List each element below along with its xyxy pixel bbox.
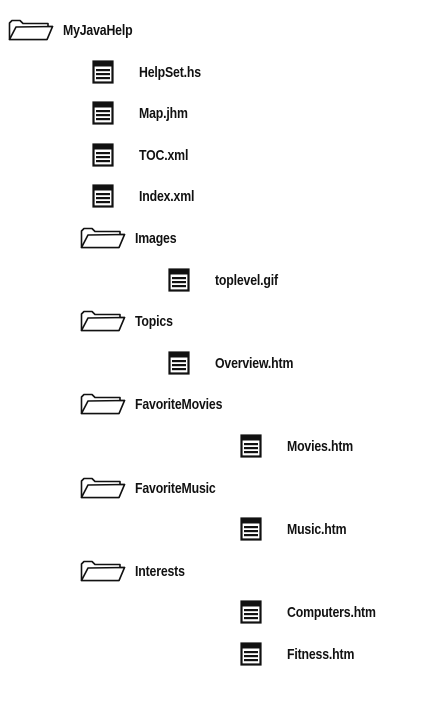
- document-icon: [92, 143, 114, 167]
- document-icon: [240, 642, 262, 666]
- document-icon: [240, 517, 262, 541]
- file-label: Index.xml: [139, 187, 195, 205]
- document-icon: [92, 60, 114, 84]
- file-node: Index.xml: [92, 176, 206, 216]
- folder-label: FavoriteMusic: [135, 479, 216, 497]
- document-icon: [240, 600, 262, 624]
- folder-node: Topics: [80, 301, 181, 341]
- file-node: toplevel.gif: [168, 260, 292, 300]
- folder-node: FavoriteMusic: [80, 468, 233, 508]
- folder-node: Interests: [80, 551, 196, 591]
- folder-icon: [80, 310, 126, 332]
- folder-label: Topics: [135, 312, 173, 330]
- file-label: Movies.htm: [287, 437, 354, 455]
- folder-node: FavoriteMovies: [80, 384, 241, 424]
- file-node: HelpSet.hs: [92, 52, 215, 92]
- file-node: TOC.xml: [92, 135, 199, 175]
- file-label: Computers.htm: [287, 603, 376, 621]
- document-icon: [168, 268, 190, 292]
- file-node: Fitness.htm: [240, 634, 369, 674]
- folder-label: MyJavaHelp: [63, 21, 133, 39]
- document-icon: [240, 434, 262, 458]
- folder-label: FavoriteMovies: [135, 395, 223, 413]
- file-label: Fitness.htm: [287, 645, 355, 663]
- document-icon: [92, 101, 114, 125]
- folder-icon: [80, 560, 126, 582]
- folder-icon: [8, 19, 54, 41]
- file-label: Map.jhm: [139, 104, 188, 122]
- folder-icon: [80, 477, 126, 499]
- file-node: Movies.htm: [240, 426, 368, 466]
- file-node: Music.htm: [240, 509, 359, 549]
- folder-label: Images: [135, 229, 177, 247]
- file-node: Computers.htm: [240, 592, 395, 632]
- folder-node: MyJavaHelp: [8, 10, 148, 50]
- document-icon: [92, 184, 114, 208]
- folder-icon: [80, 227, 126, 249]
- file-label: Overview.htm: [215, 354, 294, 372]
- file-node: Map.jhm: [92, 93, 198, 133]
- file-label: Music.htm: [287, 520, 347, 538]
- file-label: toplevel.gif: [215, 271, 278, 289]
- file-tree: MyJavaHelp HelpSet.hs Map.jhm TOC.xml Index.…: [0, 0, 431, 709]
- folder-icon: [80, 393, 126, 415]
- file-label: HelpSet.hs: [139, 63, 201, 81]
- document-icon: [168, 351, 190, 375]
- file-node: Overview.htm: [168, 343, 310, 383]
- folder-label: Interests: [135, 562, 185, 580]
- folder-node: Images: [80, 218, 186, 258]
- file-label: TOC.xml: [139, 146, 189, 164]
